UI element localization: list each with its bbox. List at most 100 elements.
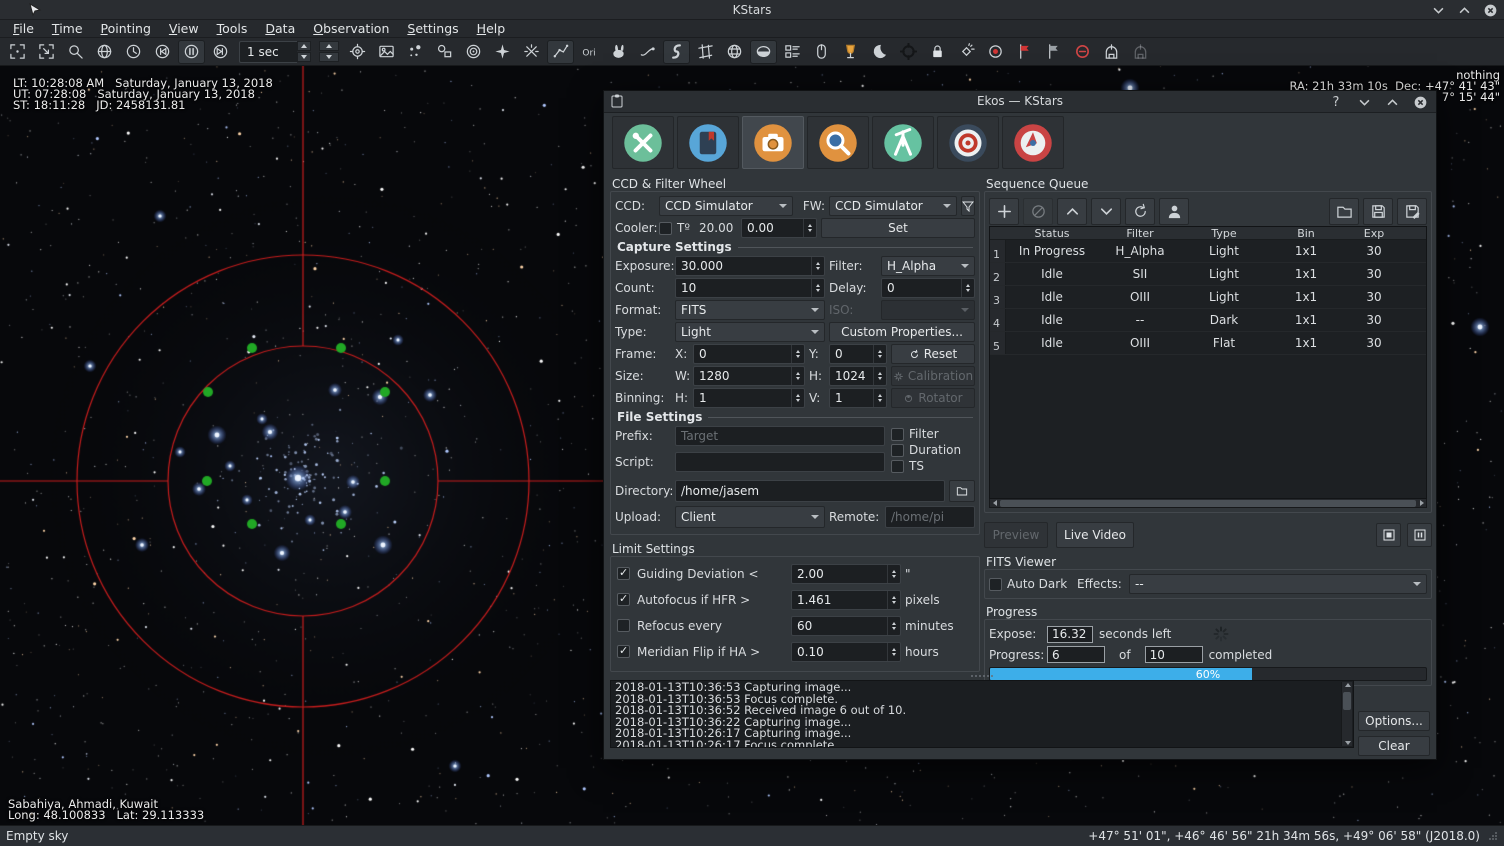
- scroll-right-arrow[interactable]: [1417, 500, 1426, 507]
- queue-refresh-button[interactable]: [1125, 198, 1155, 225]
- ekos-rollup-button[interactable]: [1356, 94, 1372, 110]
- frame-y-spinbox[interactable]: 0: [829, 344, 887, 364]
- list-flags-icon[interactable]: [1040, 40, 1067, 64]
- effects-combo[interactable]: --: [1129, 574, 1427, 594]
- delay-spinbox[interactable]: 0: [881, 278, 975, 298]
- table-row[interactable]: 1In ProgressH_AlphaLight1x130: [990, 240, 1426, 263]
- constellation-lines-icon[interactable]: [547, 40, 574, 64]
- spin-arrows[interactable]: [803, 219, 816, 237]
- menu-view[interactable]: View: [160, 20, 208, 37]
- limit-checkbox-0[interactable]: [617, 567, 630, 580]
- tab-setup[interactable]: [612, 116, 674, 169]
- show-stars-icon[interactable]: [402, 40, 429, 64]
- tab-capture[interactable]: [742, 116, 804, 169]
- frame-x-spinbox[interactable]: 0: [693, 344, 805, 364]
- queue-save-as-button[interactable]: [1397, 198, 1427, 225]
- device-manager-icon[interactable]: [808, 40, 835, 64]
- queue-person-button[interactable]: [1159, 198, 1189, 225]
- directory-input[interactable]: /home/jasem: [675, 480, 945, 502]
- capture-image-icon[interactable]: [373, 40, 400, 64]
- resize-grip[interactable]: [1488, 831, 1498, 841]
- zoom-select-icon[interactable]: [33, 40, 60, 64]
- dome-park-icon[interactable]: [1127, 40, 1154, 64]
- night-mode-icon[interactable]: [866, 40, 893, 64]
- spin-up-button[interactable]: [297, 41, 311, 51]
- fw-combo[interactable]: CCD Simulator: [829, 196, 957, 216]
- options-button[interactable]: Options...: [1358, 711, 1430, 731]
- format-combo[interactable]: FITS: [675, 300, 825, 320]
- menu-file[interactable]: File: [4, 20, 43, 37]
- constellation-names-icon[interactable]: Ori: [576, 40, 603, 64]
- prefix-filter-checkbox[interactable]: [891, 428, 904, 441]
- limit-checkbox-3[interactable]: [617, 645, 630, 658]
- show-solar-system-icon[interactable]: [460, 40, 487, 64]
- binning-h-spinbox[interactable]: 1: [693, 388, 805, 408]
- snapshot-icon[interactable]: [953, 40, 980, 64]
- splitter-handle[interactable]: [610, 673, 1354, 678]
- log-view[interactable]: 2018-01-13T10:36:53 Capturing image...20…: [610, 680, 1354, 748]
- spin-down-button[interactable]: [297, 52, 311, 62]
- menu-help[interactable]: Help: [468, 20, 515, 37]
- table-row[interactable]: 5IdleOIIIFlat1x130: [990, 332, 1426, 355]
- set-time-icon[interactable]: [120, 40, 147, 64]
- prefix-input[interactable]: Target: [675, 426, 885, 446]
- limit-spinbox-1[interactable]: 1.461: [791, 590, 901, 610]
- constellation-art-icon[interactable]: [605, 40, 632, 64]
- scrollbar-handle[interactable]: [1000, 500, 1416, 507]
- ekos-close-button[interactable]: [1412, 94, 1428, 110]
- show-comets-icon[interactable]: [634, 40, 661, 64]
- tab-guide[interactable]: [1002, 116, 1064, 169]
- queue-down-button[interactable]: [1091, 198, 1121, 225]
- type-combo[interactable]: Light: [675, 322, 825, 342]
- table-horizontal-scrollbar[interactable]: [989, 499, 1427, 508]
- count-spinbox[interactable]: 10: [675, 278, 825, 298]
- tab-focus[interactable]: [807, 116, 869, 169]
- limit-checkbox-1[interactable]: [617, 593, 630, 606]
- equatorial-grid-icon[interactable]: [721, 40, 748, 64]
- ekos-help-button[interactable]: ?: [1328, 94, 1344, 110]
- limit-spinbox-3[interactable]: 0.10: [791, 642, 901, 662]
- set-temperature-button[interactable]: Set: [821, 218, 975, 238]
- show-supernovae-icon[interactable]: [489, 40, 516, 64]
- observation-planner-icon[interactable]: [837, 40, 864, 64]
- center-telescope-icon[interactable]: [895, 40, 922, 64]
- queue-add-button[interactable]: [989, 198, 1019, 225]
- queue-open-button[interactable]: [1329, 198, 1359, 225]
- sequence-queue-table[interactable]: StatusFilterTypeBinExp1In ProgressH_Alph…: [989, 226, 1427, 499]
- queue-save-button[interactable]: [1363, 198, 1393, 225]
- live-video-button[interactable]: Live Video: [1056, 522, 1134, 548]
- menu-settings[interactable]: Settings: [398, 20, 467, 37]
- clear-button[interactable]: Clear: [1358, 736, 1430, 756]
- horizon-icon[interactable]: [750, 40, 777, 64]
- record-video-icon[interactable]: [982, 40, 1009, 64]
- limit-spinbox-0[interactable]: 2.00: [791, 564, 901, 584]
- milky-way-icon[interactable]: [663, 40, 690, 64]
- find-object-icon[interactable]: [62, 40, 89, 64]
- abort-icon[interactable]: [1069, 40, 1096, 64]
- dome-icon[interactable]: [1098, 40, 1125, 64]
- time-step-back-icon[interactable]: [149, 40, 176, 64]
- queue-up-button[interactable]: [1057, 198, 1087, 225]
- menu-tools[interactable]: Tools: [208, 20, 257, 37]
- log-vertical-scrollbar[interactable]: [1341, 682, 1352, 746]
- pause-button[interactable]: [1407, 523, 1432, 547]
- binning-v-spinbox[interactable]: 1: [829, 388, 887, 408]
- table-row[interactable]: 4Idle--Dark1x130: [990, 309, 1426, 332]
- whats-interesting-icon[interactable]: [779, 40, 806, 64]
- add-flag-icon[interactable]: [1011, 40, 1038, 64]
- log-scrollbar-handle[interactable]: [1343, 692, 1351, 710]
- minimize-button[interactable]: [1430, 2, 1446, 18]
- filter-combo[interactable]: H_Alpha: [881, 256, 975, 276]
- show-deep-sky-icon[interactable]: [431, 40, 458, 64]
- size-w-spinbox[interactable]: 1280: [693, 366, 805, 386]
- table-row[interactable]: 2IdleSIILight1x130: [990, 263, 1426, 286]
- menu-time[interactable]: Time: [43, 20, 92, 37]
- ccd-combo[interactable]: CCD Simulator: [659, 196, 793, 216]
- filter-manager-button[interactable]: [961, 196, 975, 216]
- prefix-ts-checkbox[interactable]: [891, 460, 904, 473]
- table-row[interactable]: 3IdleOIIILight1x130: [990, 286, 1426, 309]
- ekos-titlebar[interactable]: Ekos — KStars ?: [604, 91, 1436, 113]
- time-unit-updown[interactable]: [319, 41, 339, 62]
- time-step-forward-icon[interactable]: [207, 40, 234, 64]
- zoom-fit-icon[interactable]: [4, 40, 31, 64]
